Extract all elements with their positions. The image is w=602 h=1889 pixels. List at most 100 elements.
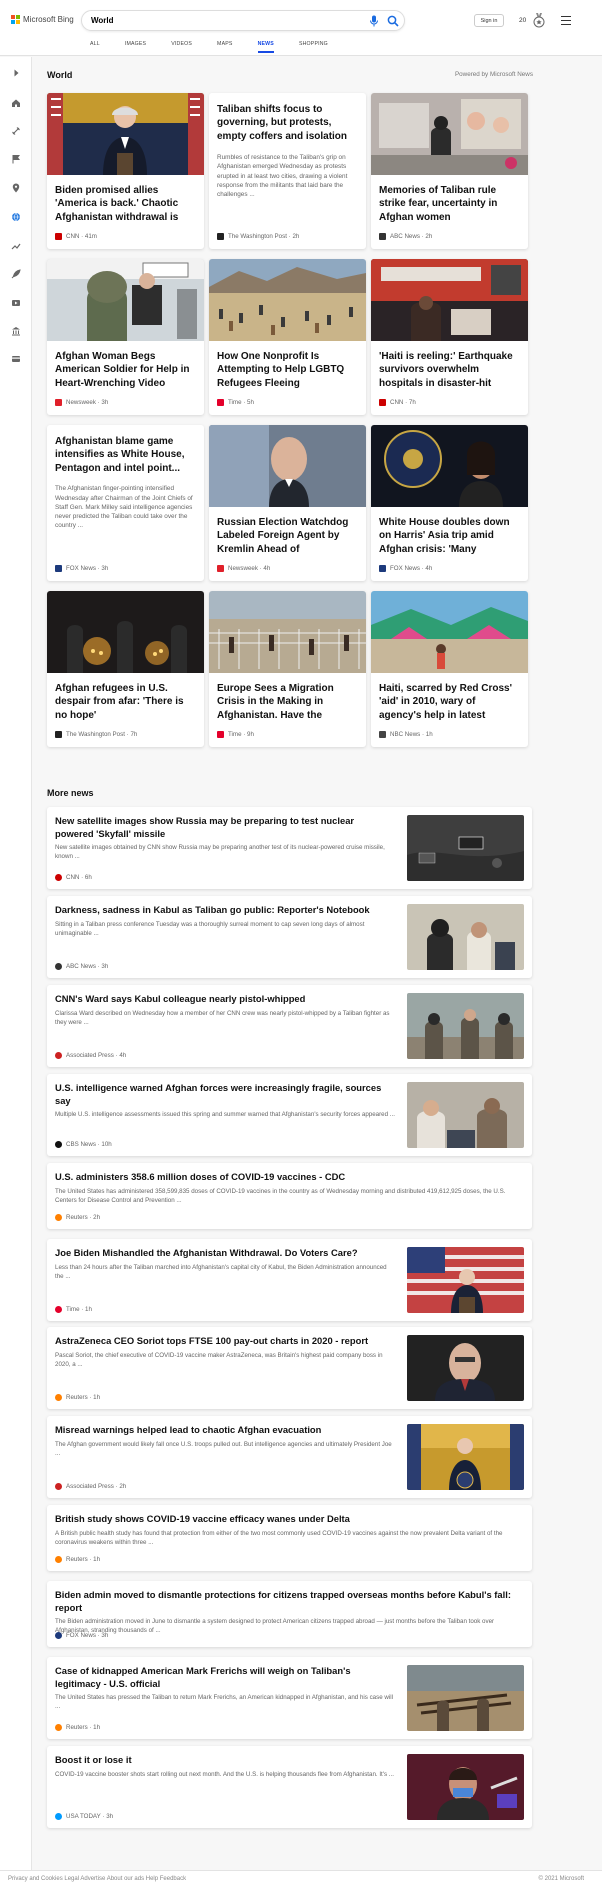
news-card[interactable]: Biden promised allies 'America is back.'… [47,93,204,249]
sign-in-button[interactable]: Sign in [474,14,504,27]
expand-chevron-icon[interactable] [11,68,21,78]
sparkle-icon[interactable] [11,126,21,136]
menu-icon[interactable] [561,16,571,25]
item-headline[interactable]: British study shows COVID-19 vaccine eff… [55,1513,520,1526]
item-headline[interactable]: Case of kidnapped American Mark Frerichs… [55,1665,395,1691]
source-logo-icon [55,1394,62,1401]
nav-tab[interactable]: ALL [90,41,100,53]
more-news-item[interactable]: Darkness, sadness in Kabul as Taliban go… [47,896,532,978]
item-headline[interactable]: CNN's Ward says Kabul colleague nearly p… [55,993,395,1006]
rewards-points[interactable]: 20 [519,14,526,27]
more-news-item[interactable]: New satellite images show Russia may be … [47,807,532,889]
card-headline[interactable]: Afghanistan blame game intensifies as Wh… [47,435,204,475]
nav-tab[interactable]: VIDEOS [171,41,192,53]
kabul-fighters-photo[interactable] [407,993,524,1059]
item-headline[interactable]: U.S. administers 358.6 million doses of … [55,1171,520,1184]
soldier-helmet-photo[interactable] [47,259,204,341]
microphone-icon[interactable] [369,15,379,27]
flag-icon[interactable] [11,154,21,164]
nav-tab[interactable]: SHOPPING [299,41,328,53]
item-headline[interactable]: AstraZeneca CEO Soriot tops FTSE 100 pay… [55,1335,395,1348]
news-card[interactable]: 'Haiti is reeling:' Earthquake survivors… [371,259,528,415]
search-icon[interactable] [387,15,399,27]
nav-tab[interactable]: NEWS [257,41,274,53]
more-news-item[interactable]: Joe Biden Mishandled the Afghanistan Wit… [47,1239,532,1321]
card-headline[interactable]: Taliban shifts focus to governing, but p… [209,103,366,144]
more-news-item[interactable]: U.S. administers 358.6 million doses of … [47,1163,532,1229]
biden-seal-photo[interactable] [407,1424,524,1490]
item-headline[interactable]: New satellite images show Russia may be … [55,815,395,841]
trending-icon[interactable] [11,241,21,251]
satellite-photo[interactable] [407,815,524,881]
wallet-icon[interactable] [11,354,21,364]
bank-icon[interactable] [11,326,21,336]
more-news-item[interactable]: Biden admin moved to dismantle protectio… [47,1581,532,1647]
taliban-press-photo[interactable] [407,904,524,970]
card-headline[interactable]: Biden promised allies 'America is back.'… [47,184,204,225]
more-news-item[interactable]: U.S. intelligence warned Afghan forces w… [47,1074,532,1156]
item-headline[interactable]: Biden admin moved to dismantle protectio… [55,1589,520,1615]
rocket-icon[interactable] [11,269,21,279]
bing-logo[interactable]: Microsoft Bing [11,15,74,24]
home-icon[interactable] [11,98,21,108]
card-headline[interactable]: Europe Sees a Migration Crisis in the Ma… [209,682,366,723]
more-news-item[interactable]: CNN's Ward says Kabul colleague nearly p… [47,985,532,1067]
news-card[interactable]: Memories of Taliban rule strike fear, un… [371,93,528,249]
card-headline[interactable]: Afghan refugees in U.S. despair from afa… [47,682,204,722]
globe-icon[interactable] [11,212,21,222]
source-logo-icon [55,963,62,970]
item-headline[interactable]: Darkness, sadness in Kabul as Taliban go… [55,904,395,917]
news-card[interactable]: How One Nonprofit Is Attempting to Help … [209,259,366,415]
item-headline[interactable]: Misread warnings helped lead to chaotic … [55,1424,395,1437]
vaccine-photo[interactable] [407,1754,524,1820]
ambulance-photo[interactable] [371,259,528,341]
biden-flags-photo[interactable] [407,1247,524,1313]
more-news-item[interactable]: AstraZeneca CEO Soriot tops FTSE 100 pay… [47,1327,532,1409]
news-card[interactable]: White House doubles down on Harris' Asia… [371,425,528,581]
news-card[interactable]: Afghan Woman Begs American Soldier for H… [47,259,204,415]
more-news-item[interactable]: British study shows COVID-19 vaccine eff… [47,1505,532,1571]
item-headline[interactable]: U.S. intelligence warned Afghan forces w… [55,1082,395,1108]
footer-links[interactable]: Privacy and Cookies Legal Advertise Abou… [8,1876,186,1882]
putin-photo[interactable] [209,425,366,507]
card-headline[interactable]: Afghan Woman Begs American Soldier for H… [47,350,204,390]
card-headline[interactable]: How One Nonprofit Is Attempting to Help … [209,350,366,391]
kabul-street-photo[interactable] [371,93,528,175]
news-card[interactable]: Afghanistan blame game intensifies as Wh… [47,425,204,581]
airport-crowd-photo[interactable] [209,259,366,341]
candle-vigil-photo[interactable] [47,591,204,673]
afghan-men-photo[interactable] [407,1082,524,1148]
more-news-item[interactable]: Misread warnings helped lead to chaotic … [47,1416,532,1498]
item-source: CNN · 6h [55,874,92,881]
location-icon[interactable] [11,183,21,193]
search-box [81,10,405,31]
news-card[interactable]: Taliban shifts focus to governing, but p… [209,93,366,249]
news-card[interactable]: Russian Election Watchdog Labeled Foreig… [209,425,366,581]
card-headline[interactable]: Russian Election Watchdog Labeled Foreig… [209,516,366,557]
border-fence-photo[interactable] [209,591,366,673]
news-card[interactable]: Afghan refugees in U.S. despair from afa… [47,591,204,747]
source-logo-icon [217,731,224,738]
nav-tab[interactable]: IMAGES [125,41,146,53]
rewards-medal-icon[interactable] [533,13,545,28]
card-headline[interactable]: White House doubles down on Harris' Asia… [371,516,528,557]
source-name: Reuters [66,1214,88,1221]
card-headline[interactable]: Haiti, scarred by Red Cross' 'aid' in 20… [371,682,528,723]
news-card[interactable]: Europe Sees a Migration Crisis in the Ma… [209,591,366,747]
card-headline[interactable]: Memories of Taliban rule strike fear, un… [371,184,528,224]
card-headline[interactable]: 'Haiti is reeling:' Earthquake survivors… [371,350,528,391]
search-input[interactable] [91,16,341,25]
more-news-item[interactable]: Boost it or lose it COVID-19 vaccine boos… [47,1746,532,1828]
item-headline[interactable]: Joe Biden Mishandled the Afghanistan Wit… [55,1247,395,1260]
biden-podium-photo[interactable] [47,93,204,175]
video-icon[interactable] [11,298,21,308]
rifles-photo[interactable] [407,1665,524,1731]
more-news-item[interactable]: Case of kidnapped American Mark Frerichs… [47,1657,532,1739]
tent-camp-photo[interactable] [371,591,528,673]
harris-seal-photo[interactable] [371,425,528,507]
news-card[interactable]: Haiti, scarred by Red Cross' 'aid' in 20… [371,591,528,747]
nav-tab[interactable]: MAPS [217,41,233,53]
soriot-photo[interactable] [407,1335,524,1401]
item-headline[interactable]: Boost it or lose it [55,1754,395,1767]
source-logo-icon [55,874,62,881]
